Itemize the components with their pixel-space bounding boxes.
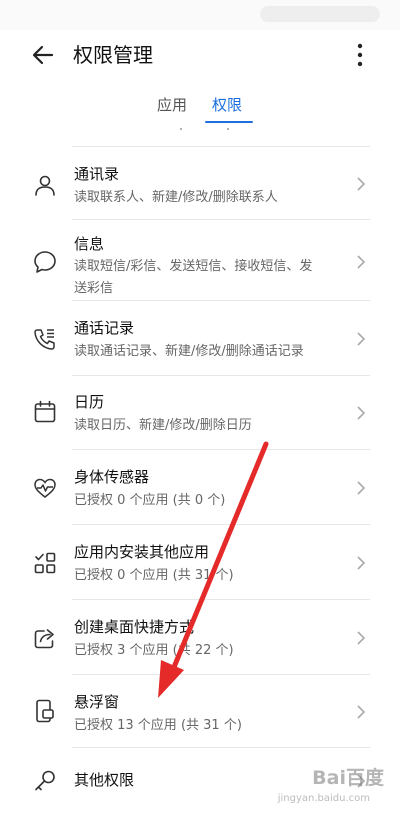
app-header: 权限管理	[0, 30, 400, 80]
more-options-button[interactable]	[348, 40, 372, 70]
status-bar	[0, 0, 400, 30]
chevron-right-icon	[357, 556, 366, 570]
permission-name: 悬浮窗	[74, 693, 120, 711]
app-grid-icon	[34, 552, 56, 574]
permission-name: 身体传感器	[74, 468, 150, 486]
heart-sensor-icon	[34, 478, 56, 498]
permission-description: 已授权 3 个应用 (共 22 个)	[74, 643, 234, 658]
chevron-right-icon	[357, 631, 366, 645]
more-vertical-icon	[357, 43, 363, 67]
permission-item-call-log[interactable]: 通话记录 读取通话记录、新建/修改/删除通话记录	[0, 300, 400, 374]
permission-name: 通讯录	[74, 165, 120, 183]
chevron-right-icon	[357, 332, 366, 346]
permission-description: 已授权 0 个应用 (共 0 个)	[74, 493, 226, 508]
permission-description: 读取日历、新建/修改/删除日历	[74, 418, 252, 433]
permission-item-desktop-shortcut[interactable]: 创建桌面快捷方式 已授权 3 个应用 (共 22 个)	[0, 599, 400, 673]
permission-item-contacts[interactable]: 通讯录 读取联系人、新建/修改/删除联系人	[0, 146, 400, 218]
tab-bar: 应用 权限	[0, 92, 400, 126]
permission-name: 通话记录	[74, 319, 135, 337]
key-icon	[35, 770, 55, 791]
permission-description: 已授权 0 个应用 (共 31 个)	[74, 568, 234, 583]
permission-description: 读取联系人、新建/修改/删除联系人	[74, 190, 278, 205]
call-log-icon	[34, 329, 55, 350]
chevron-right-icon	[357, 481, 366, 495]
page-dot	[227, 128, 229, 130]
tab-indicator	[205, 121, 253, 123]
permission-description: 已授权 13 个应用 (共 31 个)	[74, 718, 242, 733]
tab-permissions[interactable]: 权限	[212, 94, 242, 116]
permission-item-calendar[interactable]: 日历 读取日历、新建/修改/删除日历	[0, 375, 400, 448]
permission-name: 应用内安装其他应用	[74, 543, 210, 561]
shortcut-icon	[34, 629, 54, 649]
arrow-left-icon	[32, 45, 54, 65]
message-icon	[34, 251, 56, 273]
permission-item-body-sensors[interactable]: 身体传感器 已授权 0 个应用 (共 0 个)	[0, 449, 400, 523]
page-dot	[180, 128, 182, 130]
permission-item-messages[interactable]: 信息 读取短信/彩信、发送短信、接收短信、发 送彩信	[0, 219, 400, 299]
permission-name: 创建桌面快捷方式	[74, 618, 195, 636]
page-title: 权限管理	[73, 43, 153, 67]
permission-name: 日历	[74, 393, 105, 411]
permission-description-cont: 送彩信	[74, 281, 114, 296]
floating-window-icon	[36, 699, 54, 723]
permission-item-floating-window[interactable]: 悬浮窗 已授权 13 个应用 (共 31 个)	[0, 674, 400, 746]
permission-name: 信息	[74, 235, 105, 253]
chevron-right-icon	[357, 406, 366, 420]
baidu-watermark-url: jingyan.baidu.com	[277, 793, 370, 804]
permission-item-install-other-apps[interactable]: 应用内安装其他应用 已授权 0 个应用 (共 31 个)	[0, 524, 400, 598]
permission-description: 读取通话记录、新建/修改/删除通话记录	[74, 344, 304, 359]
back-button[interactable]	[28, 40, 58, 70]
permission-name: 其他权限	[74, 771, 135, 789]
chevron-right-icon	[357, 705, 366, 719]
permission-description: 读取短信/彩信、发送短信、接收短信、发	[74, 259, 313, 274]
contacts-icon	[35, 175, 55, 196]
calendar-icon	[34, 400, 56, 423]
tab-apps[interactable]: 应用	[157, 94, 187, 116]
chevron-right-icon	[357, 255, 366, 269]
baidu-watermark: Bai百度	[312, 767, 384, 789]
chevron-right-icon	[357, 177, 366, 191]
